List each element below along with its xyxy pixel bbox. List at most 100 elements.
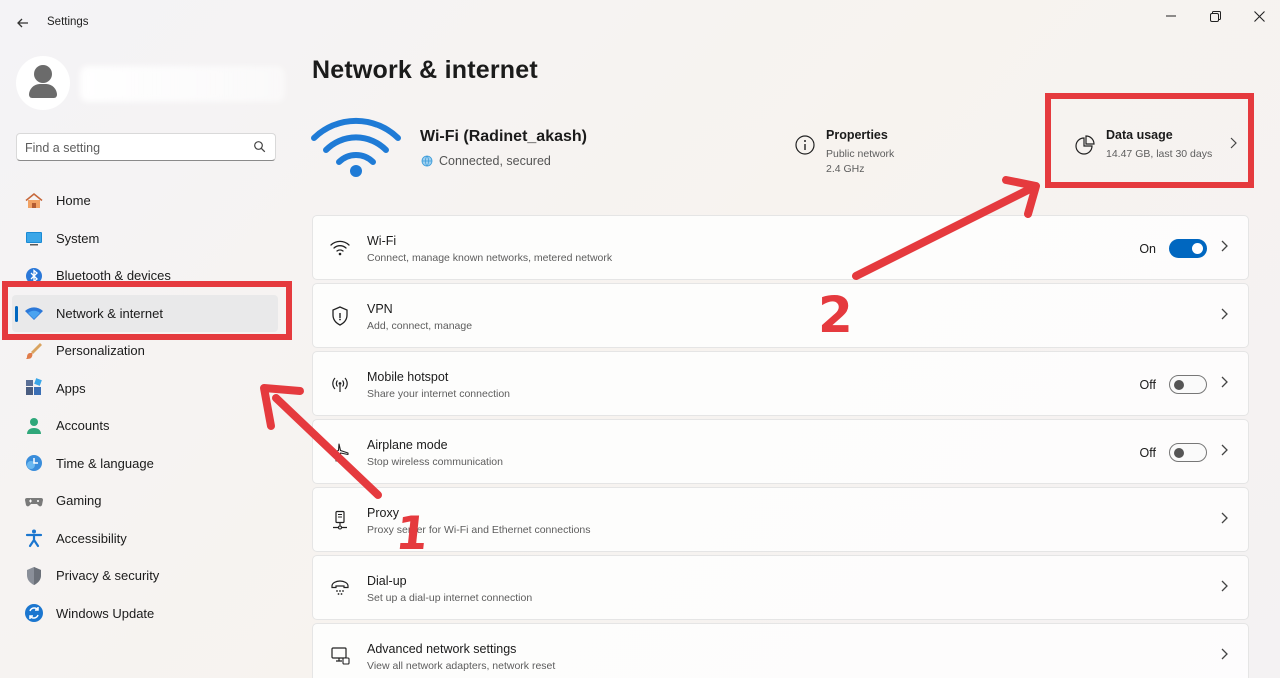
card-subtitle: View all network adapters, network reset <box>367 660 556 672</box>
connection-status: Connected, secured <box>421 154 551 168</box>
airplane-icon <box>329 442 351 462</box>
toggle-knob <box>1174 380 1184 390</box>
sidebar-item-gaming[interactable]: Gaming <box>12 482 278 520</box>
card-title: Wi-Fi <box>367 234 397 248</box>
card-subtitle: Set up a dial-up internet connection <box>367 592 533 604</box>
network-profile-type: Public network <box>826 148 895 160</box>
globe-icon <box>421 155 433 167</box>
accessibility-icon <box>24 528 44 548</box>
sidebar-item-accounts[interactable]: Accounts <box>12 407 278 445</box>
gamepad-icon <box>24 491 44 511</box>
apps-icon <box>24 378 44 398</box>
sidebar-item-label: Time & language <box>56 455 154 471</box>
title-bar: Settings <box>0 0 1280 44</box>
settings-list: Wi-Fi Connect, manage known networks, me… <box>312 215 1249 678</box>
home-icon <box>24 191 44 211</box>
sidebar-item-label: Apps <box>56 380 86 396</box>
connection-name: Wi-Fi (Radinet_akash) <box>420 128 587 145</box>
sidebar-item-label: Accounts <box>56 418 110 434</box>
user-profile[interactable] <box>16 56 286 112</box>
minimize-icon <box>1166 15 1176 17</box>
sidebar-item-label: Windows Update <box>56 605 155 621</box>
sidebar-item-time-language[interactable]: Time & language <box>12 445 278 483</box>
search-icon[interactable] <box>253 140 267 154</box>
sidebar-item-windows-update[interactable]: Windows Update <box>12 595 278 633</box>
card-subtitle: Add, connect, manage <box>367 320 473 332</box>
sidebar-item-label: Home <box>56 193 91 209</box>
sidebar-nav: Home System Bluetooth & devices Network … <box>12 182 278 632</box>
card-subtitle: Stop wireless communication <box>367 456 503 468</box>
wifi-icon <box>329 238 351 258</box>
advanced-network-settings-card[interactable]: Advanced network settings View all netwo… <box>312 623 1249 678</box>
system-icon <box>24 228 44 248</box>
card-title: Mobile hotspot <box>367 370 449 384</box>
toggle-state-label: Off <box>1139 446 1156 460</box>
sidebar-item-label: Personalization <box>56 343 145 359</box>
properties-title: Properties <box>826 128 888 142</box>
sidebar-item-system[interactable]: System <box>12 220 278 258</box>
settings-window: Settings Home <box>0 0 1280 678</box>
sidebar-item-label: Accessibility <box>56 530 127 546</box>
avatar-body-icon <box>29 84 57 98</box>
chevron-right-icon <box>1221 376 1228 388</box>
chevron-right-icon <box>1221 580 1228 592</box>
toggle-state-label: On <box>1139 242 1156 256</box>
accounts-icon <box>24 416 44 436</box>
mobile-hotspot-toggle[interactable] <box>1169 375 1207 394</box>
chevron-right-icon <box>1221 308 1228 320</box>
toggle-knob <box>1192 243 1203 254</box>
close-button[interactable] <box>1244 6 1274 26</box>
info-icon <box>795 135 815 155</box>
vpn-card[interactable]: VPN Add, connect, manage <box>312 283 1249 348</box>
blurred-profile-name <box>80 66 285 102</box>
dial-up-card[interactable]: Dial-up Set up a dial-up internet connec… <box>312 555 1249 620</box>
card-subtitle: Share your internet connection <box>367 388 511 400</box>
chevron-right-icon <box>1221 444 1228 456</box>
proxy-icon <box>329 510 351 530</box>
search-input[interactable] <box>25 139 245 157</box>
brush-icon <box>24 341 44 361</box>
card-title: Proxy <box>367 506 399 520</box>
proxy-card[interactable]: Proxy Proxy server for Wi-Fi and Etherne… <box>312 487 1249 552</box>
hotspot-icon <box>329 374 351 394</box>
wifi-card[interactable]: Wi-Fi Connect, manage known networks, me… <box>312 215 1249 280</box>
chevron-right-icon <box>1221 648 1228 660</box>
minimize-button[interactable] <box>1156 6 1186 26</box>
sidebar-item-label: System <box>56 230 100 246</box>
wifi-toggle[interactable] <box>1169 239 1207 258</box>
chevron-right-icon <box>1221 512 1228 524</box>
wifi-hero-icon <box>311 117 401 177</box>
back-arrow-icon <box>17 18 28 28</box>
sidebar-item-apps[interactable]: Apps <box>12 370 278 408</box>
toggle-state-label: Off <box>1139 378 1156 392</box>
annotation-highlight-data-usage <box>1045 93 1254 188</box>
annotation-step-2-label: 2 <box>818 286 853 344</box>
airplane-mode-toggle[interactable] <box>1169 443 1207 462</box>
card-title: VPN <box>367 302 393 316</box>
annotation-highlight-network <box>2 281 292 340</box>
restore-icon <box>1209 10 1221 22</box>
toggle-knob <box>1174 448 1184 458</box>
chevron-right-icon <box>1221 240 1228 252</box>
sidebar-item-label: Gaming <box>56 493 102 509</box>
airplane-mode-card[interactable]: Airplane mode Stop wireless communicatio… <box>312 419 1249 484</box>
app-title: Settings <box>47 16 89 28</box>
sidebar-item-privacy[interactable]: Privacy & security <box>12 557 278 595</box>
time-language-icon <box>24 453 44 473</box>
card-title: Airplane mode <box>367 438 448 452</box>
search-box[interactable] <box>16 133 276 161</box>
page-title: Network & internet <box>312 56 538 84</box>
mobile-hotspot-card[interactable]: Mobile hotspot Share your internet conne… <box>312 351 1249 416</box>
avatar-head-icon <box>34 65 52 83</box>
close-icon <box>1253 10 1265 22</box>
avatar <box>16 56 70 110</box>
shield-icon <box>24 566 44 586</box>
sidebar-item-accessibility[interactable]: Accessibility <box>12 520 278 558</box>
dialup-icon <box>329 578 351 598</box>
sidebar-item-home[interactable]: Home <box>12 182 278 220</box>
restore-button[interactable] <box>1200 6 1230 26</box>
update-icon <box>24 603 44 623</box>
card-title: Dial-up <box>367 574 407 588</box>
network-band: 2.4 GHz <box>826 163 865 175</box>
back-button[interactable] <box>12 12 34 34</box>
